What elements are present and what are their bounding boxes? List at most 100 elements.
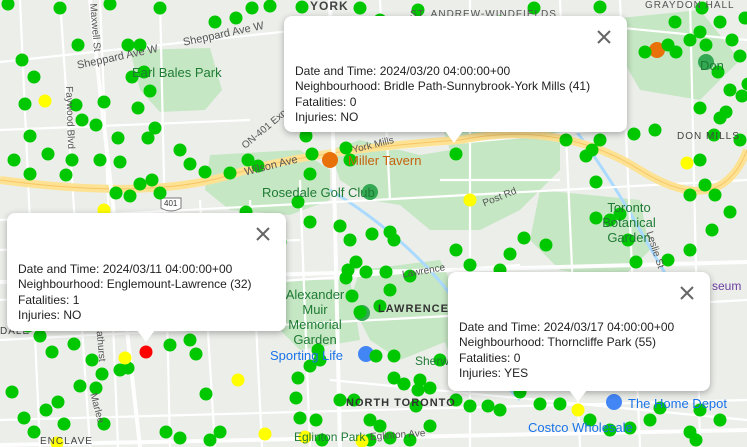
collision-marker-none[interactable] bbox=[683, 188, 697, 202]
collision-marker-injury[interactable] bbox=[118, 351, 132, 365]
collision-marker-none[interactable] bbox=[559, 133, 573, 147]
collision-marker-none[interactable] bbox=[183, 333, 197, 347]
collision-marker-none[interactable] bbox=[131, 101, 145, 115]
collision-marker-none[interactable] bbox=[643, 413, 657, 427]
collision-marker-none[interactable] bbox=[89, 118, 103, 132]
collision-marker-none[interactable] bbox=[708, 188, 722, 202]
collision-marker-none[interactable] bbox=[369, 349, 383, 363]
collision-marker-none[interactable] bbox=[73, 379, 87, 393]
collision-marker-none[interactable] bbox=[413, 373, 427, 387]
collision-marker-none[interactable] bbox=[97, 95, 111, 109]
collision-marker-none[interactable] bbox=[463, 399, 477, 413]
collision-marker-none[interactable] bbox=[263, 0, 277, 13]
collision-marker-none[interactable] bbox=[305, 147, 319, 161]
collision-marker-none[interactable] bbox=[7, 153, 21, 167]
collision-marker-none[interactable] bbox=[245, 1, 259, 15]
collision-marker-none[interactable] bbox=[359, 265, 373, 279]
collision-marker-none[interactable] bbox=[383, 283, 397, 297]
collision-marker-none[interactable] bbox=[733, 49, 747, 63]
collision-marker-none[interactable] bbox=[693, 153, 707, 167]
collision-marker-none[interactable] bbox=[75, 113, 89, 127]
collision-marker-none[interactable] bbox=[17, 411, 31, 425]
collision-marker-none[interactable] bbox=[203, 433, 217, 447]
collision-marker-none[interactable] bbox=[463, 258, 477, 272]
collision-marker-none[interactable] bbox=[627, 127, 641, 141]
collision-marker-none[interactable] bbox=[163, 338, 177, 352]
collision-marker-none[interactable] bbox=[295, 0, 309, 14]
collision-marker-none[interactable] bbox=[208, 15, 222, 29]
collision-marker-none[interactable] bbox=[57, 417, 71, 431]
collision-marker-none[interactable] bbox=[23, 129, 37, 143]
collision-marker-none[interactable] bbox=[189, 347, 203, 361]
collision-marker-none[interactable] bbox=[15, 53, 29, 67]
collision-marker-none[interactable] bbox=[693, 101, 707, 115]
collision-marker-none[interactable] bbox=[723, 205, 737, 219]
collision-marker-none[interactable] bbox=[173, 431, 187, 445]
collision-marker-injury[interactable] bbox=[571, 403, 585, 417]
collision-marker-none[interactable] bbox=[719, 105, 733, 119]
collision-marker-none[interactable] bbox=[293, 411, 307, 425]
collision-marker-none[interactable] bbox=[503, 247, 517, 261]
collision-marker-none[interactable] bbox=[303, 215, 317, 229]
collision-marker-none[interactable] bbox=[95, 367, 109, 381]
collision-marker-none[interactable] bbox=[423, 419, 437, 433]
collision-marker-none[interactable] bbox=[341, 263, 355, 277]
collision-marker-none[interactable] bbox=[18, 97, 32, 111]
collision-marker-none[interactable] bbox=[539, 238, 553, 252]
collision-marker-none[interactable] bbox=[705, 223, 719, 237]
collision-marker-none[interactable] bbox=[517, 231, 531, 245]
collision-marker-injury[interactable] bbox=[258, 427, 272, 441]
close-icon[interactable] bbox=[254, 225, 272, 243]
collision-marker-none[interactable] bbox=[365, 227, 379, 241]
collision-marker-none[interactable] bbox=[668, 15, 682, 29]
collision-marker-none[interactable] bbox=[59, 168, 73, 182]
collision-marker-none[interactable] bbox=[145, 173, 159, 187]
collision-marker-none[interactable] bbox=[343, 233, 357, 247]
collision-marker-none[interactable] bbox=[23, 167, 37, 181]
collision-marker-injury[interactable] bbox=[38, 94, 52, 108]
collision-marker-none[interactable] bbox=[699, 38, 713, 52]
collision-marker-none[interactable] bbox=[387, 371, 401, 385]
collision-marker-none[interactable] bbox=[143, 84, 157, 98]
collision-marker-none[interactable] bbox=[713, 15, 727, 29]
collision-marker-none[interactable] bbox=[693, 25, 707, 39]
collision-marker-none[interactable] bbox=[198, 165, 212, 179]
collision-marker-none[interactable] bbox=[223, 166, 237, 180]
collision-marker-none[interactable] bbox=[481, 399, 495, 413]
collision-marker-none[interactable] bbox=[133, 177, 147, 191]
collision-marker-none[interactable] bbox=[333, 219, 347, 233]
collision-marker-none[interactable] bbox=[65, 153, 79, 167]
collision-marker-none[interactable] bbox=[27, 70, 41, 84]
collision-marker-none[interactable] bbox=[71, 38, 85, 52]
collision-marker-injury[interactable] bbox=[680, 156, 694, 170]
collision-marker-none[interactable] bbox=[698, 178, 712, 192]
collision-marker-none[interactable] bbox=[309, 413, 323, 427]
collision-marker-none[interactable] bbox=[669, 45, 683, 59]
collision-marker-none[interactable] bbox=[289, 391, 303, 405]
collision-marker-none[interactable] bbox=[109, 186, 123, 200]
collision-marker-none[interactable] bbox=[93, 153, 107, 167]
collision-marker-none[interactable] bbox=[33, 329, 47, 343]
collision-marker-none[interactable] bbox=[123, 189, 137, 203]
collision-marker-none[interactable] bbox=[183, 157, 197, 171]
close-icon[interactable] bbox=[595, 28, 613, 46]
collision-marker-none[interactable] bbox=[713, 413, 727, 427]
collision-marker-none[interactable] bbox=[229, 11, 243, 25]
collision-marker-fatal[interactable] bbox=[139, 345, 153, 359]
collision-marker-none[interactable] bbox=[353, 305, 367, 319]
collision-marker-none[interactable] bbox=[39, 403, 53, 417]
collision-marker-none[interactable] bbox=[553, 397, 567, 411]
collision-marker-none[interactable] bbox=[638, 45, 652, 59]
collision-marker-none[interactable] bbox=[379, 265, 393, 279]
collision-marker-none[interactable] bbox=[5, 385, 19, 399]
collision-marker-none[interactable] bbox=[148, 121, 162, 135]
collision-marker-none[interactable] bbox=[449, 243, 463, 257]
collision-marker-none[interactable] bbox=[353, 1, 367, 15]
collision-marker-none[interactable] bbox=[593, 0, 607, 14]
collision-marker-none[interactable] bbox=[533, 397, 547, 411]
collision-marker-none[interactable] bbox=[585, 143, 599, 157]
collision-marker-none[interactable] bbox=[589, 175, 603, 189]
collision-marker-none[interactable] bbox=[153, 1, 167, 15]
close-icon[interactable] bbox=[678, 284, 696, 302]
collision-marker-none[interactable] bbox=[629, 255, 643, 269]
